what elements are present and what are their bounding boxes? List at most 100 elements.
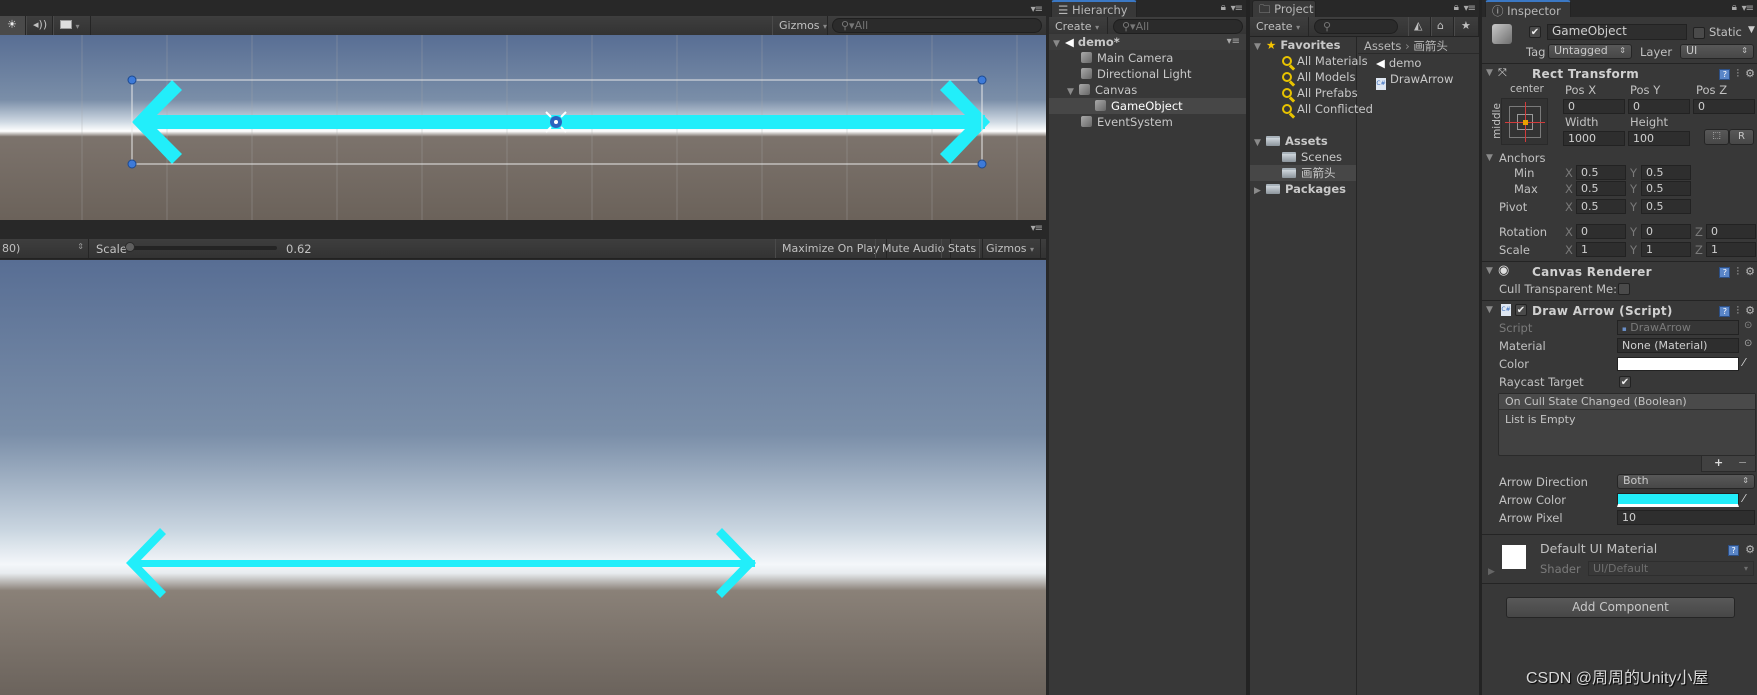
material-field[interactable]: None (Material) bbox=[1617, 338, 1739, 353]
scene-search-input[interactable]: ⚲▾All bbox=[832, 18, 1042, 33]
panel-menu-icon[interactable]: ▾≡ bbox=[1742, 3, 1754, 14]
remove-event-button[interactable]: − bbox=[1738, 456, 1747, 469]
asset-folder[interactable]: Scenes bbox=[1250, 149, 1356, 165]
tag-dropdown[interactable]: Untagged ⇕ bbox=[1548, 44, 1632, 59]
collapse-triangle-icon[interactable]: ▼ bbox=[1486, 305, 1498, 315]
hierarchy-search-input[interactable]: ⚲▾All bbox=[1113, 19, 1243, 34]
gear-icon[interactable]: ⚙ bbox=[1745, 67, 1755, 80]
eyedropper-icon[interactable]: ⁄ bbox=[1743, 356, 1745, 369]
object-picker-icon[interactable]: ⊙ bbox=[1744, 320, 1752, 331]
gear-icon[interactable]: ⚙ bbox=[1745, 265, 1755, 278]
component-enabled-checkbox[interactable]: ✔ bbox=[1515, 304, 1527, 316]
anchor-min-y-input[interactable]: 0.5 bbox=[1641, 165, 1691, 180]
scene-lighting-toggle[interactable]: ☀ bbox=[0, 16, 26, 35]
arrow-color-swatch[interactable] bbox=[1617, 493, 1739, 507]
scene-gizmos-dropdown[interactable]: Gizmos ▾ bbox=[772, 16, 828, 35]
raycast-target-checkbox[interactable]: ✔ bbox=[1619, 376, 1631, 388]
favorite-item[interactable]: All Models bbox=[1250, 69, 1356, 85]
game-gizmos-dropdown[interactable]: Gizmos ▾ bbox=[979, 239, 1041, 258]
project-file[interactable]: C# DrawArrow bbox=[1358, 71, 1479, 90]
scene-canvas[interactable] bbox=[0, 35, 1046, 220]
rotation-x-input[interactable]: 0 bbox=[1576, 224, 1626, 239]
anchor-min-x-input[interactable]: 0.5 bbox=[1576, 165, 1626, 180]
favorites-row[interactable]: ▼ ★ Favorites bbox=[1250, 37, 1356, 53]
scale-z-input[interactable]: 1 bbox=[1706, 242, 1756, 257]
hierarchy-item-selected[interactable]: GameObject bbox=[1049, 98, 1246, 114]
canvas-renderer-header[interactable]: ▼ ◉ Canvas Renderer ? ⫶ ⚙ bbox=[1482, 261, 1757, 281]
favorite-item[interactable]: All Prefabs bbox=[1250, 85, 1358, 101]
active-checkbox[interactable]: ✔ bbox=[1529, 26, 1541, 38]
rect-transform-header[interactable]: ▼ ⤧ Rect Transform ? ⫶ ⚙ bbox=[1482, 63, 1757, 83]
blueprint-mode-button[interactable]: ⬚ bbox=[1704, 129, 1729, 145]
breadcrumb-item[interactable]: Assets bbox=[1364, 39, 1401, 53]
collapse-triangle-icon[interactable]: ▶ bbox=[1254, 183, 1266, 199]
collapse-triangle-icon[interactable]: ▼ bbox=[1486, 68, 1498, 78]
tab-project[interactable]: 🗀︎ Project bbox=[1252, 0, 1316, 17]
anchor-max-x-input[interactable]: 0.5 bbox=[1576, 181, 1626, 196]
panel-menu-icon[interactable]: ▾≡ bbox=[1031, 223, 1043, 234]
favorite-item[interactable]: All Materials bbox=[1250, 53, 1368, 69]
scene-audio-toggle[interactable]: ◂)) bbox=[26, 16, 53, 35]
expand-triangle-icon[interactable]: ▼ bbox=[1486, 153, 1498, 163]
anchor-max-y-input[interactable]: 0.5 bbox=[1641, 181, 1691, 196]
scene-root-row[interactable]: ▼ ◀ demo* ▾≡ bbox=[1049, 34, 1246, 50]
lock-icon[interactable]: 🔒︎ bbox=[1221, 2, 1226, 13]
add-component-button[interactable]: Add Component bbox=[1506, 597, 1735, 618]
project-create-button[interactable]: Create ▾ bbox=[1250, 17, 1309, 36]
object-name-input[interactable]: GameObject bbox=[1547, 24, 1687, 40]
width-input[interactable]: 1000 bbox=[1563, 131, 1625, 146]
help-icon[interactable]: ? bbox=[1719, 69, 1731, 80]
scene-effects-dropdown[interactable]: ▾ bbox=[53, 16, 91, 35]
gear-icon[interactable]: ⚙ bbox=[1745, 304, 1755, 317]
pos-z-input[interactable]: 0 bbox=[1693, 99, 1755, 114]
height-input[interactable]: 100 bbox=[1628, 131, 1690, 146]
game-canvas[interactable] bbox=[0, 260, 1046, 695]
scale-x-input[interactable]: 1 bbox=[1576, 242, 1626, 257]
draw-arrow-header[interactable]: ▼ C# ✔ Draw Arrow (Script) ? ⫶ ⚙ bbox=[1482, 300, 1757, 320]
hierarchy-item[interactable]: ▼ Canvas bbox=[1049, 82, 1246, 98]
arrow-direction-dropdown[interactable]: Both ⇕ bbox=[1617, 474, 1755, 489]
project-search-input[interactable]: ⚲ bbox=[1314, 19, 1398, 34]
help-icon[interactable]: ? bbox=[1728, 545, 1740, 556]
favorites-button[interactable]: ★ bbox=[1454, 17, 1479, 36]
gear-icon[interactable]: ⚙ bbox=[1745, 543, 1755, 556]
layer-dropdown[interactable]: UI ⇕ bbox=[1680, 44, 1754, 59]
expand-triangle-icon[interactable]: ▶ bbox=[1488, 567, 1495, 577]
maximize-on-play-toggle[interactable]: Maximize On Play bbox=[775, 239, 887, 258]
cull-transparent-checkbox[interactable] bbox=[1618, 283, 1630, 295]
hierarchy-item[interactable]: Main Camera bbox=[1049, 50, 1246, 66]
help-icon[interactable]: ? bbox=[1719, 306, 1731, 317]
add-event-button[interactable]: + bbox=[1714, 456, 1723, 469]
packages-row[interactable]: ▶ Packages bbox=[1250, 181, 1356, 197]
asset-folder-selected[interactable]: 画箭头 bbox=[1250, 165, 1356, 181]
favorite-item[interactable]: All Conflicted bbox=[1250, 101, 1373, 117]
hierarchy-item[interactable]: Directional Light bbox=[1049, 66, 1246, 82]
pivot-y-input[interactable]: 0.5 bbox=[1641, 199, 1691, 214]
raw-edit-mode-button[interactable]: R bbox=[1729, 129, 1754, 145]
lock-icon[interactable]: 🔒︎ bbox=[1454, 2, 1459, 13]
presets-icon[interactable]: ⫶ bbox=[1736, 265, 1739, 278]
eyedropper-icon[interactable]: ⁄ bbox=[1743, 492, 1745, 505]
panel-menu-icon[interactable]: ▾≡ bbox=[1231, 3, 1243, 14]
static-checkbox[interactable] bbox=[1693, 27, 1705, 39]
mute-audio-toggle[interactable]: Mute Audio bbox=[875, 239, 952, 258]
object-picker-icon[interactable]: ⊙ bbox=[1744, 338, 1752, 349]
filter-by-label-button[interactable]: ⌂ bbox=[1431, 17, 1454, 36]
rotation-z-input[interactable]: 0 bbox=[1706, 224, 1756, 239]
collapse-triangle-icon[interactable]: ▼ bbox=[1486, 266, 1498, 276]
filter-by-type-button[interactable]: ◭ bbox=[1408, 17, 1431, 36]
panel-menu-icon[interactable]: ▾≡ bbox=[1464, 3, 1476, 14]
presets-icon[interactable]: ⫶ bbox=[1736, 304, 1739, 317]
static-dropdown-icon[interactable]: ▼ bbox=[1748, 25, 1755, 35]
rotation-y-input[interactable]: 0 bbox=[1641, 224, 1691, 239]
scene-menu-icon[interactable]: ▾≡ bbox=[1227, 34, 1240, 50]
stats-toggle[interactable]: Stats bbox=[941, 239, 984, 258]
scale-slider[interactable] bbox=[125, 242, 277, 252]
color-swatch[interactable] bbox=[1617, 357, 1739, 371]
help-icon[interactable]: ? bbox=[1719, 267, 1731, 278]
scale-y-input[interactable]: 1 bbox=[1641, 242, 1691, 257]
presets-icon[interactable]: ⫶ bbox=[1736, 67, 1739, 80]
project-file[interactable]: ◀ demo bbox=[1358, 55, 1479, 71]
panel-menu-icon[interactable]: ▾≡ bbox=[1031, 4, 1043, 15]
pivot-x-input[interactable]: 0.5 bbox=[1576, 199, 1626, 214]
